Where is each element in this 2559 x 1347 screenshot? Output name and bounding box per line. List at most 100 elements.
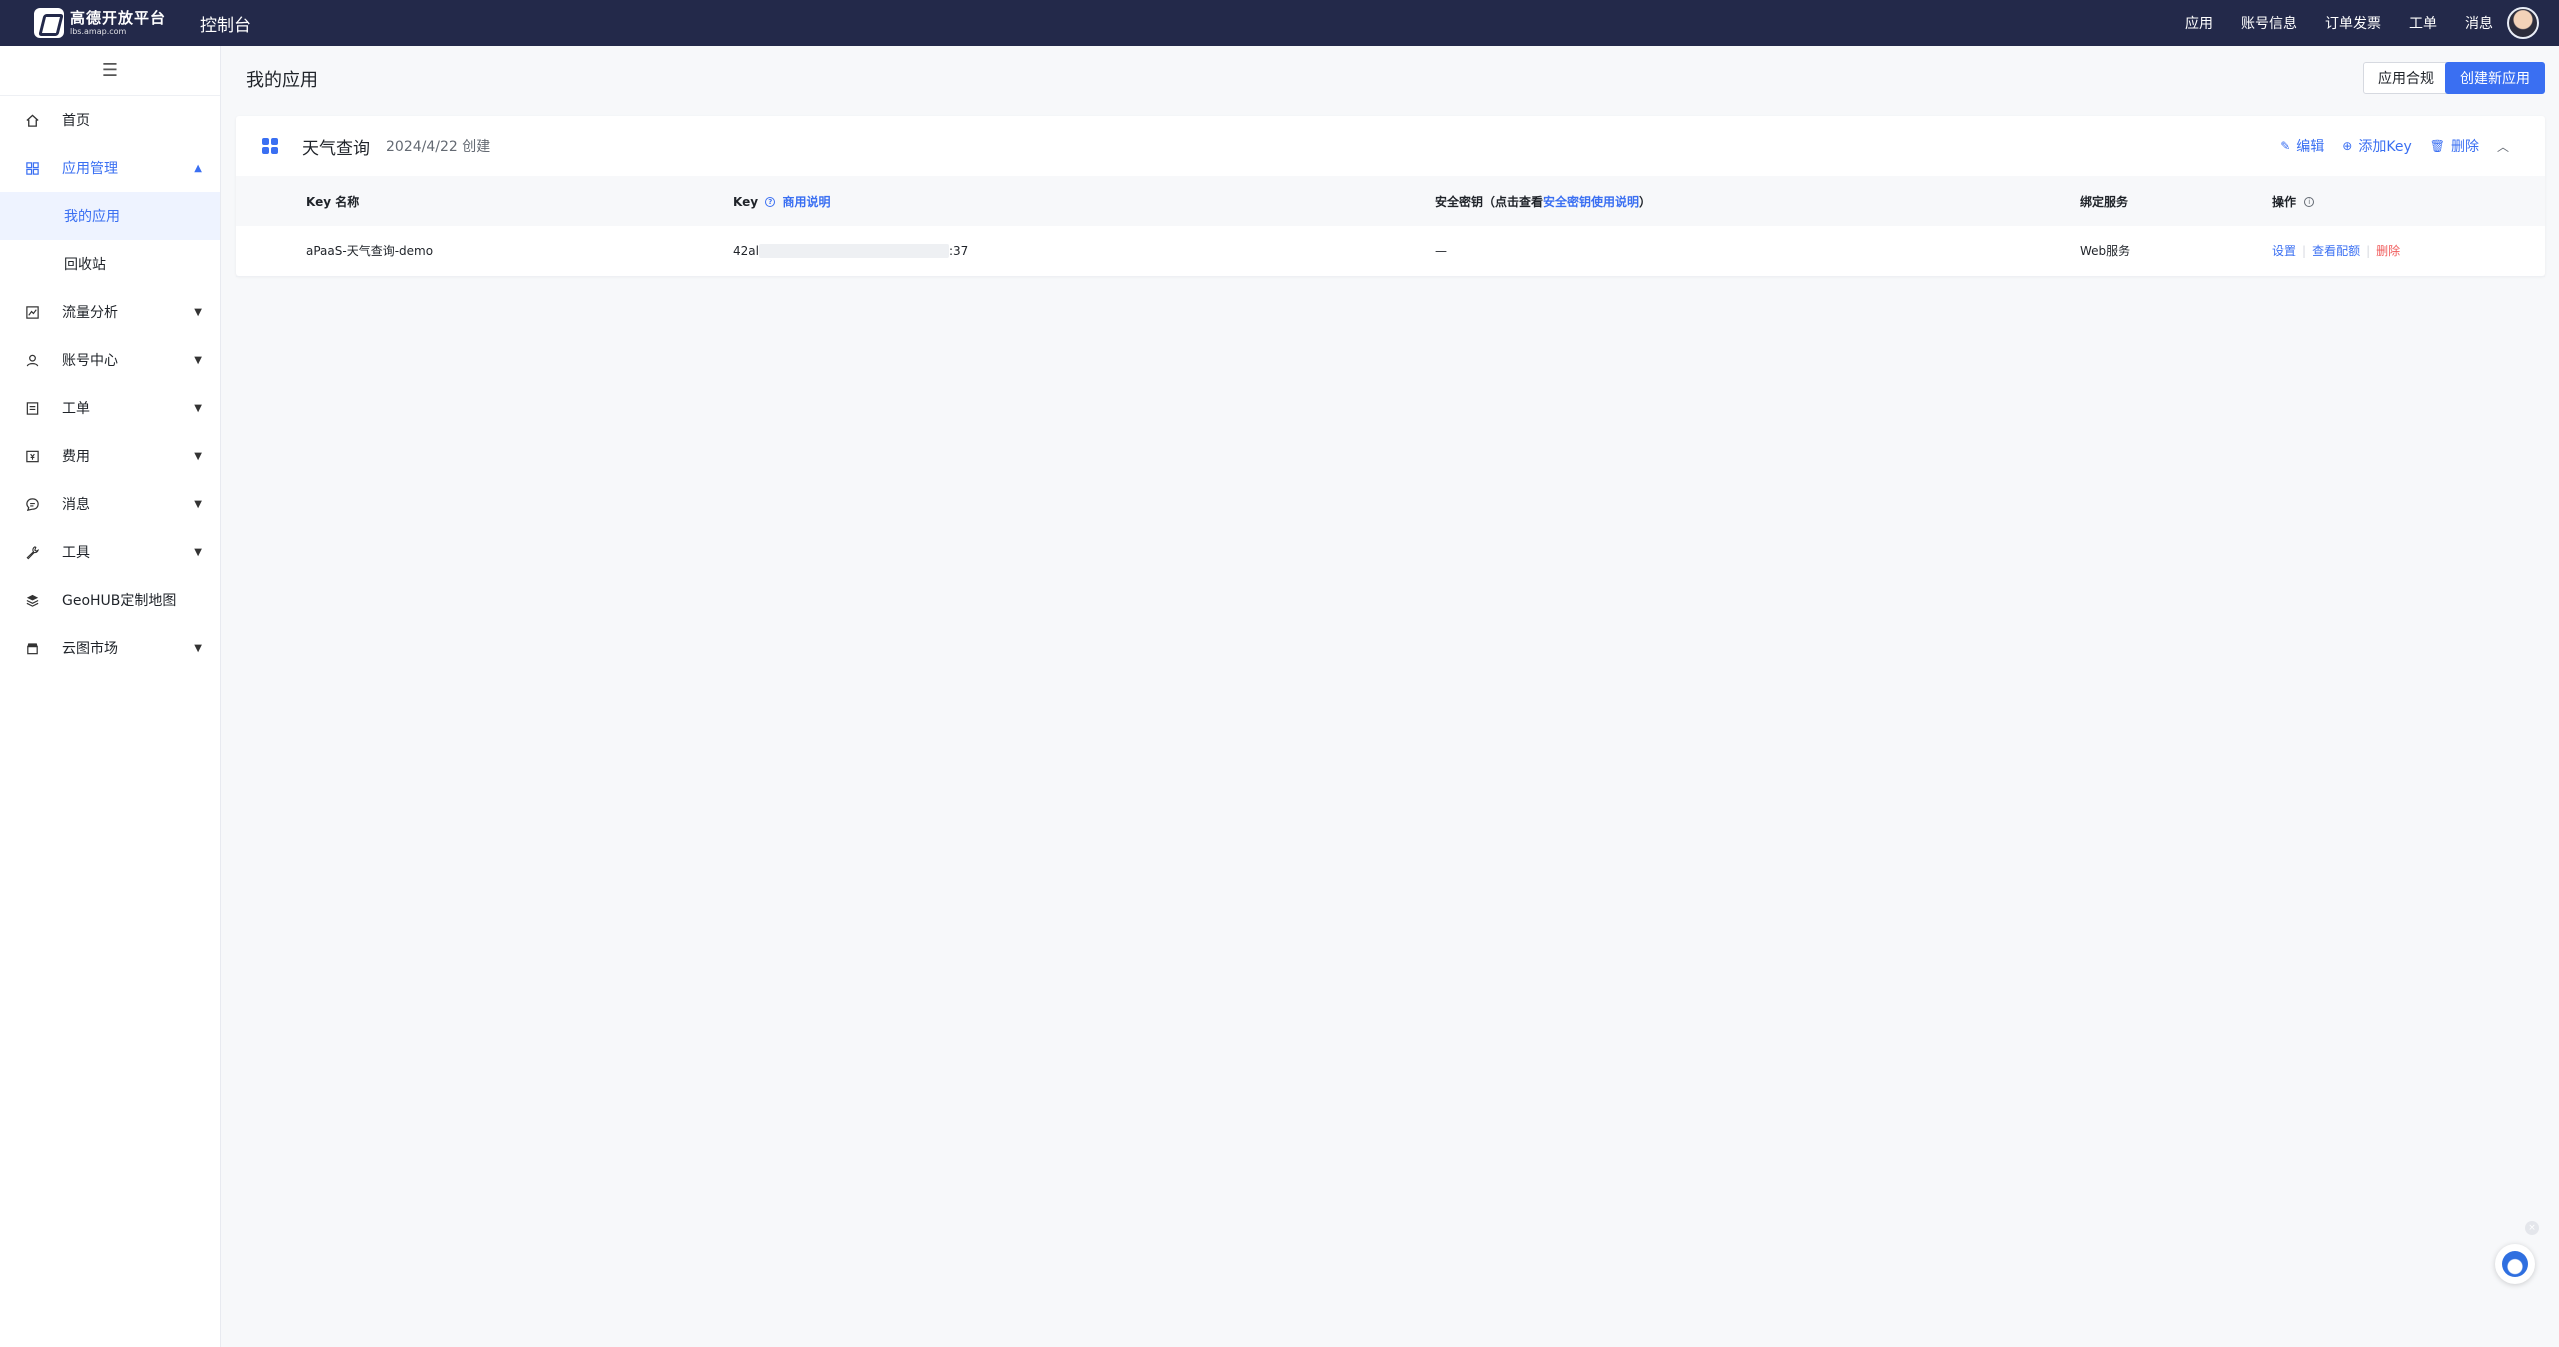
store-icon bbox=[24, 640, 40, 656]
key-table: Key 名称 Key ? 商用说明 安全密钥（点击查看安全密钥使用说明） 绑定服… bbox=[236, 176, 2545, 277]
col-header-key: Key ? 商用说明 bbox=[733, 176, 1435, 226]
sidebar-item-messages[interactable]: 消息 ▼ bbox=[0, 480, 220, 528]
key-end: :37 bbox=[948, 243, 969, 258]
secret-cell: — bbox=[1435, 226, 2080, 277]
grid-icon bbox=[24, 160, 40, 176]
app-created-date: 2024/4/22 创建 bbox=[386, 139, 491, 155]
edit-app-button[interactable]: ✎ 编辑 bbox=[2280, 136, 2324, 156]
commercial-info-link[interactable]: 商用说明 bbox=[782, 195, 830, 209]
main-content: 我的应用 应用合规 创建新应用 天气查询 2024/4/22 创建 ✎ 编辑 ⊕… bbox=[222, 46, 2559, 1347]
chevron-down-icon: ▼ bbox=[194, 498, 202, 510]
help-icon: ? bbox=[765, 197, 776, 207]
app-card-header: 天气查询 2024/4/22 创建 ✎ 编辑 ⊕ 添加Key 🗑 删除 ︿ bbox=[236, 116, 2545, 176]
key-name-cell: aPaaS-天气查询-demo bbox=[236, 226, 733, 277]
secret-usage-link[interactable]: 安全密钥使用说明 bbox=[1543, 195, 1639, 209]
chevron-down-icon: ▼ bbox=[194, 354, 202, 366]
chevron-up-icon: ▲ bbox=[194, 162, 202, 174]
col-header-service: 绑定服务 bbox=[2080, 176, 2272, 226]
menu-icon[interactable]: ☰ bbox=[0, 46, 220, 96]
top-nav-account[interactable]: 账号信息 bbox=[2241, 13, 2297, 33]
logo-mark-icon bbox=[34, 8, 64, 38]
secret-header-suffix: ） bbox=[1639, 194, 1652, 209]
key-value-cell: 42al :37 bbox=[733, 226, 1435, 277]
ops-cell: 设置 | 查看配额 | 删除 bbox=[2272, 226, 2545, 277]
chart-icon bbox=[24, 304, 40, 320]
sidebar-item-recycle-bin[interactable]: 回收站 bbox=[0, 240, 220, 288]
sidebar-item-label: 工单 bbox=[62, 401, 90, 417]
edit-icon: ✎ bbox=[2280, 139, 2291, 153]
add-circle-icon: ⊕ bbox=[2342, 139, 2353, 153]
assistant-button[interactable] bbox=[2495, 1244, 2535, 1284]
col-header-secret: 安全密钥（点击查看安全密钥使用说明） bbox=[1435, 176, 2080, 226]
sidebar-item-label: 费用 bbox=[62, 449, 90, 465]
divider: | bbox=[2366, 244, 2371, 259]
assistant-avatar-icon bbox=[2502, 1251, 2528, 1277]
sidebar-item-label: 应用管理 bbox=[62, 161, 118, 177]
close-icon[interactable]: × bbox=[2525, 1221, 2539, 1235]
settings-link[interactable]: 设置 bbox=[2272, 244, 2296, 258]
key-start: 42al bbox=[733, 243, 759, 258]
top-nav-invoices[interactable]: 订单发票 bbox=[2325, 13, 2381, 33]
sidebar-item-tickets[interactable]: 工单 ▼ bbox=[0, 384, 220, 432]
ticket-icon bbox=[24, 400, 40, 416]
delete-key-link[interactable]: 删除 bbox=[2376, 244, 2400, 258]
billing-icon bbox=[24, 448, 40, 464]
delete-app-button[interactable]: 🗑 删除 bbox=[2430, 136, 2479, 156]
top-nav-tickets[interactable]: 工单 bbox=[2409, 13, 2437, 33]
sidebar-item-tools[interactable]: 工具 ▼ bbox=[0, 528, 220, 576]
divider: | bbox=[2302, 244, 2307, 259]
chevron-down-icon: ▼ bbox=[194, 306, 202, 318]
delete-label: 删除 bbox=[2450, 139, 2479, 155]
console-title: 控制台 bbox=[200, 15, 252, 36]
sidebar-item-label: GeoHUB定制地图 bbox=[62, 593, 177, 609]
table-header-row: Key 名称 Key ? 商用说明 安全密钥（点击查看安全密钥使用说明） 绑定服… bbox=[236, 176, 2545, 226]
view-quota-link[interactable]: 查看配额 bbox=[2312, 244, 2360, 258]
col-header-ops: 操作 i bbox=[2272, 176, 2545, 226]
col-header-key-name: Key 名称 bbox=[236, 176, 733, 226]
top-nav-messages[interactable]: 消息 bbox=[2465, 13, 2493, 33]
add-key-button[interactable]: ⊕ 添加Key bbox=[2342, 136, 2411, 156]
sidebar-item-billing[interactable]: 费用 ▼ bbox=[0, 432, 220, 480]
sidebar-item-label: 云图市场 bbox=[62, 641, 118, 657]
add-key-label: 添加Key bbox=[2358, 139, 2412, 155]
info-icon[interactable]: i bbox=[2304, 197, 2315, 207]
chevron-down-icon: ▼ bbox=[194, 546, 202, 558]
sidebar-item-cloud-market[interactable]: 云图市场 ▼ bbox=[0, 624, 220, 672]
app-name: 天气查询 bbox=[302, 138, 370, 159]
logo-text: 高德开放平台 lbs.amap.com bbox=[70, 8, 167, 36]
edit-label: 编辑 bbox=[2296, 139, 2325, 155]
app-card: 天气查询 2024/4/22 创建 ✎ 编辑 ⊕ 添加Key 🗑 删除 ︿ Ke… bbox=[236, 116, 2545, 277]
layers-icon bbox=[24, 592, 40, 608]
logo-url: lbs.amap.com bbox=[70, 26, 127, 36]
secret-header-prefix: 安全密钥（点击查看 bbox=[1435, 194, 1544, 209]
sidebar-item-label: 工具 bbox=[62, 545, 90, 561]
sidebar-item-my-apps[interactable]: 我的应用 bbox=[0, 192, 220, 240]
sidebar-item-label: 流量分析 bbox=[62, 305, 118, 321]
sidebar-item-label: 首页 bbox=[62, 113, 90, 129]
sidebar-item-account-center[interactable]: 账号中心 ▼ bbox=[0, 336, 220, 384]
sidebar-item-label: 账号中心 bbox=[62, 353, 118, 369]
service-cell: Web服务 bbox=[2080, 226, 2272, 277]
wrench-icon bbox=[24, 544, 40, 560]
key-header-label: Key bbox=[733, 194, 759, 209]
create-app-button[interactable]: 创建新应用 bbox=[2445, 62, 2545, 94]
chevron-down-icon: ▼ bbox=[194, 642, 202, 654]
app-grid-icon bbox=[262, 138, 278, 154]
top-nav: 应用 账号信息 订单发票 工单 消息 bbox=[2157, 0, 2493, 46]
top-nav-apps[interactable]: 应用 bbox=[2185, 13, 2213, 33]
key-mask bbox=[758, 244, 949, 258]
trash-icon: 🗑 bbox=[2429, 139, 2445, 153]
avatar[interactable] bbox=[2507, 7, 2539, 39]
logo-title: 高德开放平台 bbox=[70, 8, 167, 27]
sidebar-item-geohub[interactable]: GeoHUB定制地图 bbox=[0, 576, 220, 624]
sidebar-item-traffic[interactable]: 流量分析 ▼ bbox=[0, 288, 220, 336]
chevron-up-icon[interactable]: ︿ bbox=[2497, 138, 2509, 155]
chevron-down-icon: ▼ bbox=[194, 450, 202, 462]
sidebar-item-app-management[interactable]: 应用管理 ▲ bbox=[0, 144, 220, 192]
message-icon bbox=[24, 496, 40, 512]
sidebar-item-home[interactable]: 首页 bbox=[0, 96, 220, 144]
page-title: 我的应用 bbox=[246, 70, 318, 91]
logo[interactable]: 高德开放平台 lbs.amap.com bbox=[34, 8, 166, 38]
app-compliance-button[interactable]: 应用合规 bbox=[2363, 62, 2449, 94]
chevron-down-icon: ▼ bbox=[194, 402, 202, 414]
